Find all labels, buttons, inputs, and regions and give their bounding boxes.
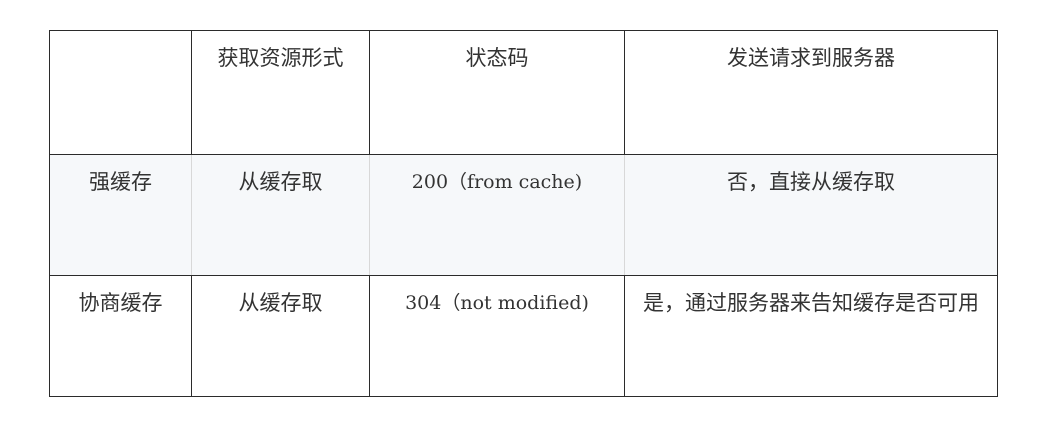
row-label-strong-cache: 强缓存 (49, 154, 192, 276)
cell-resource-form: 从缓存取 (191, 154, 370, 276)
cell-send-request: 否，直接从缓存取 (624, 154, 998, 276)
table-header-row: 获取资源形式 状态码 发送请求到服务器 (49, 30, 998, 155)
header-cell-empty (49, 30, 192, 155)
table: 获取资源形式 状态码 发送请求到服务器 强缓存 从缓存取 200（from ca… (49, 30, 998, 397)
header-cell-resource-form: 获取资源形式 (191, 30, 370, 155)
cell-send-request: 是，通过服务器来告知缓存是否可用 (624, 275, 998, 397)
cell-status-code: 200（from cache) (369, 154, 625, 276)
header-cell-send-request: 发送请求到服务器 (624, 30, 998, 155)
table-row: 协商缓存 从缓存取 304（not modified) 是，通过服务器来告知缓存… (49, 275, 998, 397)
cell-resource-form: 从缓存取 (191, 275, 370, 397)
cache-comparison-table: 获取资源形式 状态码 发送请求到服务器 强缓存 从缓存取 200（from ca… (49, 30, 998, 397)
row-label-negotiated-cache: 协商缓存 (49, 275, 192, 397)
cell-status-code: 304（not modified) (369, 275, 625, 397)
table-row: 强缓存 从缓存取 200（from cache) 否，直接从缓存取 (49, 154, 998, 276)
header-cell-status-code: 状态码 (369, 30, 625, 155)
